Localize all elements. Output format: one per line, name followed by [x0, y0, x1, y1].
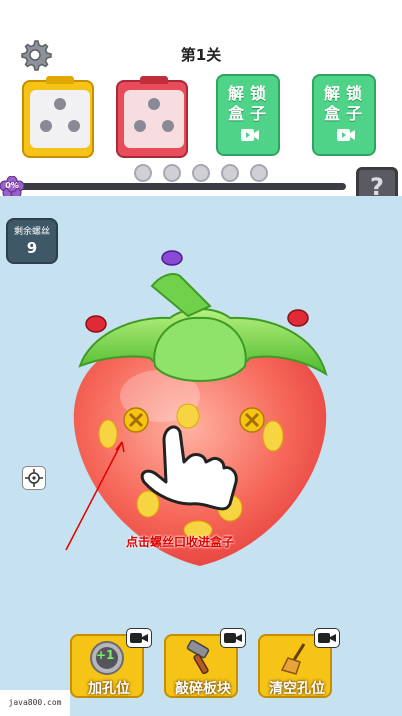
video-icon	[314, 628, 340, 648]
unlock-box-button[interactable]: 解锁盒子	[312, 74, 376, 156]
top-panel: 第1关 解锁盒子 解锁盒子 0% ?	[0, 0, 402, 207]
add-hole-badge: +1	[96, 648, 115, 662]
progress-flower-badge: 0%	[0, 175, 25, 199]
queue-slot	[250, 164, 268, 182]
clear-holes-button[interactable]: 清空孔位	[258, 628, 340, 698]
add-hole-button[interactable]: +1 加孔位	[70, 628, 152, 698]
unlock-box-label: 解锁盒子	[323, 84, 368, 123]
box-hole	[40, 120, 52, 132]
strawberry-board	[65, 250, 328, 566]
box-lid	[46, 76, 74, 84]
level-title: 第1关	[180, 46, 222, 64]
queue-slot	[221, 164, 239, 182]
queue-slot	[192, 164, 210, 182]
screw-red	[85, 315, 107, 333]
remaining-count: 9	[26, 239, 38, 257]
box-face	[124, 90, 184, 148]
queue-slot	[163, 164, 181, 182]
box-hole	[68, 120, 80, 132]
queue-slot	[134, 164, 152, 182]
unlock-box-label: 解锁盒子	[227, 84, 272, 123]
seed-hole	[98, 419, 118, 449]
hint-text: 点击螺丝口收进盒子	[126, 535, 235, 549]
target-icon[interactable]	[22, 466, 46, 490]
progress-percent: 0%	[5, 181, 19, 190]
unlock-box-button[interactable]: 解锁盒子	[216, 74, 280, 156]
screw-yellow	[123, 407, 149, 433]
screw-red	[287, 309, 309, 327]
video-icon	[126, 628, 152, 648]
hammer-button[interactable]: 敲碎板块	[164, 628, 246, 698]
box-face	[30, 90, 90, 148]
yellow-screw-box[interactable]	[22, 76, 94, 158]
add-hole-label: 加孔位	[88, 681, 130, 697]
video-icon	[241, 129, 259, 141]
box-hole	[148, 98, 160, 110]
screw-purple	[161, 250, 183, 266]
seed-hole	[176, 403, 200, 429]
box-hole	[54, 98, 66, 110]
broom-icon	[280, 643, 306, 675]
remaining-label: 剩余螺丝	[13, 227, 50, 237]
seed-hole	[136, 490, 160, 518]
red-screw-box[interactable]	[116, 76, 188, 158]
progress-bar	[14, 183, 346, 190]
remaining-screws-panel: 剩余螺丝 9	[6, 218, 58, 264]
watermark-text: java800.com	[0, 690, 70, 716]
video-icon	[220, 628, 246, 648]
seed-hole	[262, 420, 284, 452]
video-icon	[337, 129, 355, 141]
clear-holes-label: 清空孔位	[269, 681, 325, 697]
box-hole	[162, 120, 174, 132]
hammer-icon	[186, 640, 210, 675]
hammer-label: 敲碎板块	[175, 681, 231, 697]
box-lid	[140, 76, 168, 84]
box-hole	[134, 120, 146, 132]
screw-yellow	[239, 407, 265, 433]
